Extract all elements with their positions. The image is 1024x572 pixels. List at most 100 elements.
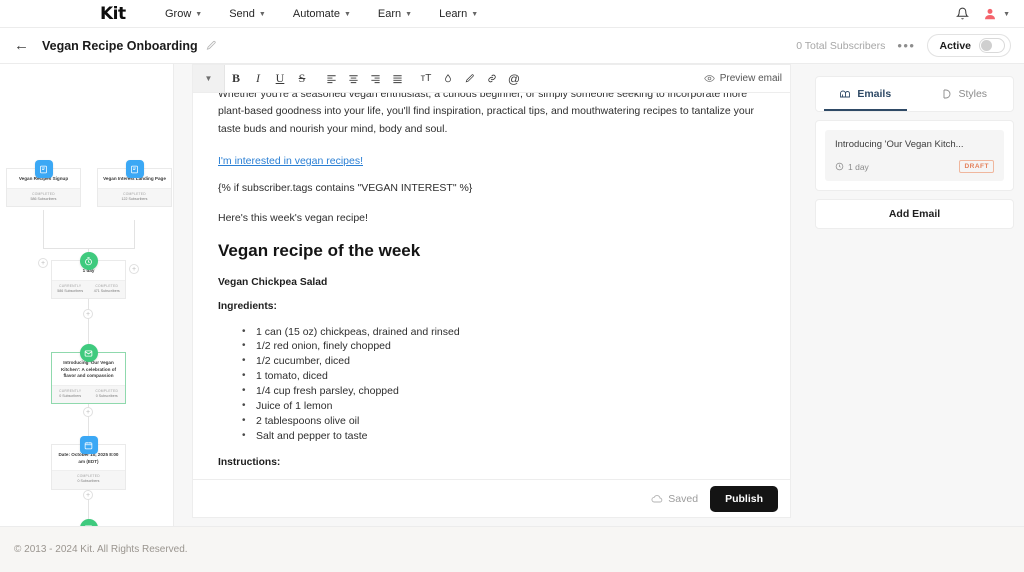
flow-node-stat: CURRENTLY 0 Subscribers — [52, 389, 89, 399]
flow-node-stats: CURRENTLY 586 Subscribers COMPLETED 471 … — [52, 279, 126, 298]
chevron-down-icon: ▼ — [471, 11, 479, 18]
sequence-flow-panel[interactable]: Vegan Recipes Signup COMPLETED 586 Subsc… — [0, 64, 174, 526]
align-center-button[interactable] — [342, 65, 364, 92]
add-email-button[interactable]: Add Email — [815, 199, 1014, 230]
back-arrow-icon[interactable]: ← — [14, 38, 29, 53]
nav-item-earn[interactable]: Earn ▼ — [378, 8, 412, 20]
flow-node-stats: COMPLETED 122 Subscribers — [98, 187, 171, 206]
cloud-icon — [651, 494, 663, 504]
add-step-button[interactable]: + — [38, 258, 48, 268]
flow-node-vegan-recipes-signup[interactable]: Vegan Recipes Signup COMPLETED 586 Subsc… — [6, 160, 81, 207]
nav-item-automate-label: Automate — [292, 7, 340, 20]
preview-email-label: Preview email — [719, 73, 782, 84]
chevron-down-icon: ▼ — [343, 11, 351, 18]
page-title: Vegan Recipe Onboarding — [42, 38, 198, 53]
preview-email-button[interactable]: Preview email — [703, 73, 782, 84]
underline-button[interactable]: U — [269, 65, 291, 92]
bell-icon[interactable] — [956, 7, 970, 20]
add-step-button[interactable]: + — [83, 309, 93, 319]
flow-node-email-our-vegan-kitchen[interactable]: Introducing 'Our Vegan Kitchen': A celeb… — [51, 344, 126, 405]
align-left-button[interactable] — [320, 65, 342, 92]
add-step-button[interactable]: + — [129, 264, 139, 274]
align-justify-button[interactable] — [386, 65, 408, 92]
list-item[interactable]: Juice of 1 lemon — [218, 399, 765, 414]
publish-button[interactable]: Publish — [710, 485, 778, 512]
flow-node-date-october-10-2025[interactable]: Date: October 10, 2025 8:00 am (EDT) COM… — [51, 436, 126, 490]
toolbar-format-group: B I U S — [225, 65, 313, 92]
nav-item-earn-label: Earn — [377, 7, 402, 20]
highlight-button[interactable] — [459, 65, 481, 92]
flow-node-delay-1-day[interactable]: 1 day CURRENTLY 586 Subscribers COMPLETE… — [51, 252, 126, 299]
main-nav-items: Grow ▼ Send ▼ Automate ▼ Earn ▼ Learn ▼ — [165, 8, 478, 20]
nav-item-send-label: Send — [229, 7, 255, 20]
bold-button[interactable]: B — [225, 65, 247, 92]
email-body-content: Whether you're a seasoned vegan enthusia… — [218, 93, 765, 479]
ingredients-label[interactable]: Ingredients: — [218, 301, 765, 312]
link-button[interactable] — [481, 65, 503, 92]
chevron-down-icon: ▼ — [204, 74, 213, 83]
list-item[interactable]: Salt and pepper to taste — [218, 429, 765, 444]
flow-node-stat: COMPLETED 0 Subscribers — [52, 474, 125, 484]
email-body-editor[interactable]: Whether you're a seasoned vegan enthusia… — [193, 93, 790, 479]
liquid-tag-paragraph[interactable]: {% if subscriber.tags contains "VEGAN IN… — [218, 180, 765, 197]
app-root: Kit Grow ▼ Send ▼ Automate ▼ Earn ▼ Lear… — [0, 0, 1024, 572]
lead-paragraph[interactable]: Here's this week's vegan recipe! — [218, 210, 765, 227]
kit-logo[interactable]: Kit — [100, 4, 126, 24]
list-item[interactable]: 1/2 red onion, finely chopped — [218, 339, 765, 354]
panel-tabs-card: Emails Styles — [815, 76, 1014, 112]
tab-styles[interactable]: Styles — [915, 77, 1014, 111]
flow-node-vegan-interest-landing-page[interactable]: Vegan Interest Landing Page COMPLETED 12… — [97, 160, 172, 207]
emails-list-card: Introducing 'Our Vegan Kitch... 1 day DR… — [815, 120, 1014, 192]
status-badge: Active — [939, 39, 971, 52]
editor-toolbar: ▼ B I U S тT @ Preview email — [193, 65, 790, 93]
flow-edge — [43, 248, 135, 249]
flow-edge — [88, 292, 89, 350]
clock-icon — [835, 162, 844, 171]
email-item-meta: 1 day DRAFT — [835, 160, 994, 174]
list-item[interactable]: 1 can (15 oz) chickpeas, drained and rin… — [218, 325, 765, 340]
text-size-button[interactable]: тT — [415, 65, 437, 92]
instructions-label[interactable]: Instructions: — [218, 457, 765, 468]
italic-button[interactable]: I — [247, 65, 269, 92]
status-toggle[interactable]: Active — [927, 34, 1011, 57]
recipe-name[interactable]: Vegan Chickpea Salad — [218, 277, 765, 288]
calendar-icon — [79, 436, 98, 454]
style-dropdown-button[interactable]: ▼ — [193, 65, 225, 92]
text-color-button[interactable] — [437, 65, 459, 92]
nav-item-learn[interactable]: Learn ▼ — [439, 8, 478, 20]
sequence-subheader: ← Vegan Recipe Onboarding 0 Total Subscr… — [0, 28, 1024, 64]
ellipsis-icon[interactable]: ••• — [897, 39, 915, 52]
right-side-panel: Emails Styles Introducing 'Our Vegan Kit… — [809, 64, 1024, 526]
nav-item-send[interactable]: Send ▼ — [229, 8, 266, 20]
nav-item-learn-label: Learn — [439, 7, 468, 20]
editor-footer: Saved Publish — [193, 479, 790, 517]
subheader-right-group: 0 Total Subscribers ••• Active — [796, 34, 1011, 57]
recipe-heading[interactable]: Vegan recipe of the week — [218, 241, 765, 261]
nav-item-automate[interactable]: Automate ▼ — [293, 8, 351, 20]
tab-emails[interactable]: Emails — [816, 77, 915, 111]
pencil-icon[interactable] — [206, 40, 217, 51]
main-body: Vegan Recipes Signup COMPLETED 586 Subsc… — [0, 64, 1024, 526]
stat-value: 586 Subscribers — [30, 196, 57, 201]
strikethrough-button[interactable]: S — [291, 65, 313, 92]
list-item[interactable]: 1 tomato, diced — [218, 369, 765, 384]
cta-link[interactable]: I'm interested in vegan recipes! — [218, 155, 363, 167]
list-item[interactable]: 1/4 cup fresh parsley, chopped — [218, 384, 765, 399]
toggle-switch[interactable] — [979, 38, 1005, 53]
flow-node-stat: COMPLETED 471 Subscribers — [89, 284, 126, 294]
stat-value: 586 Subscribers — [57, 288, 84, 293]
align-right-button[interactable] — [364, 65, 386, 92]
list-item[interactable]: 1/2 cucumber, diced — [218, 354, 765, 369]
nav-item-grow[interactable]: Grow ▼ — [165, 8, 202, 20]
tab-emails-label: Emails — [857, 88, 892, 100]
mention-button[interactable]: @ — [503, 65, 525, 92]
editor-card: ▼ B I U S тT @ Preview email Whether you… — [192, 64, 791, 518]
add-step-button[interactable]: + — [83, 407, 93, 417]
intro-paragraph[interactable]: Whether you're a seasoned vegan enthusia… — [218, 93, 765, 138]
add-step-button[interactable]: + — [83, 490, 93, 500]
list-item[interactable]: Introducing 'Our Vegan Kitch... 1 day DR… — [825, 130, 1004, 182]
form-icon — [34, 160, 53, 178]
list-item[interactable]: 2 tablespoons olive oil — [218, 414, 765, 429]
account-menu[interactable]: ▼ — [983, 7, 1010, 21]
flow-edge — [43, 210, 44, 248]
